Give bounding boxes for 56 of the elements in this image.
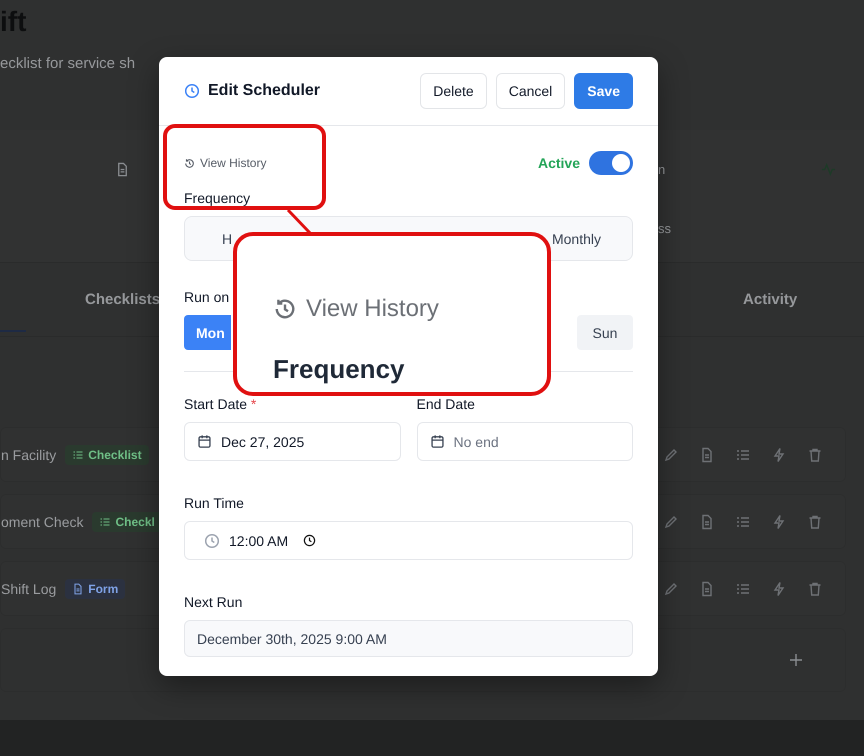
status-label: Active (538, 155, 580, 171)
item-name: Shift Log (1, 580, 56, 596)
type-badge: Checkl (92, 512, 162, 532)
lightning-icon[interactable] (771, 514, 787, 530)
magnified-text: View History (273, 295, 439, 323)
stat-label: ss (658, 221, 671, 236)
calendar-icon (430, 434, 444, 449)
page-subtitle: ecklist for service sh (0, 55, 136, 72)
dialog-button[interactable]: Cancel (496, 73, 566, 109)
field-label: Run on (184, 289, 230, 305)
history-icon (184, 158, 195, 168)
time-field[interactable]: 12:00 AM (184, 521, 633, 560)
calendar-icon (197, 434, 212, 449)
item-name: n Facility (1, 446, 56, 462)
trash-icon[interactable] (807, 514, 823, 530)
active-toggle[interactable] (589, 151, 633, 175)
trash-icon[interactable] (807, 446, 823, 462)
document-icon (72, 582, 84, 594)
date-field[interactable]: Dec 27, 2025 (184, 422, 400, 461)
magnified-label: Frequency (273, 354, 404, 384)
dialog-button[interactable]: Delete (420, 73, 487, 109)
field-label: Frequency (184, 190, 252, 206)
pencil-icon[interactable] (663, 580, 679, 596)
frequency-option[interactable]: H (222, 224, 232, 252)
clock-icon (184, 83, 200, 99)
view-history-link[interactable]: View History (184, 156, 266, 170)
lightning-icon[interactable] (771, 446, 787, 462)
next-run-field: December 30th, 2025 9:00 AM (184, 620, 633, 657)
stat-label: n (658, 162, 666, 177)
field-label: End Date (416, 396, 476, 412)
lightning-icon[interactable] (771, 580, 787, 596)
date-field[interactable]: No end (416, 422, 633, 461)
required-mark: * (250, 396, 256, 412)
field-label: Run Time (184, 495, 245, 511)
frequency-option[interactable]: Monthly (552, 224, 601, 252)
tab[interactable]: Checklists (85, 291, 160, 308)
document-icon (115, 162, 130, 177)
tab[interactable]: Activity (743, 291, 798, 308)
dialog-title: Edit Scheduler (208, 82, 320, 100)
item-name: oment Check (1, 514, 84, 530)
pencil-icon[interactable] (663, 514, 679, 530)
list-icon (72, 448, 84, 460)
pencil-icon[interactable] (663, 446, 679, 462)
plus-icon[interactable] (789, 653, 803, 667)
type-badge: Form (65, 578, 126, 598)
clock-icon (303, 534, 316, 547)
clock-icon (204, 532, 220, 548)
day-toggle[interactable]: Mon (184, 315, 231, 350)
day-toggle[interactable]: Sun (577, 315, 633, 350)
trash-icon[interactable] (807, 580, 823, 596)
field-label: Start Date * (184, 396, 258, 412)
save-button[interactable]: Save (574, 73, 633, 109)
history-icon (273, 297, 297, 321)
type-badge: Checklist (65, 444, 149, 464)
field-label: Next Run (184, 594, 244, 610)
list-icon (99, 516, 112, 528)
